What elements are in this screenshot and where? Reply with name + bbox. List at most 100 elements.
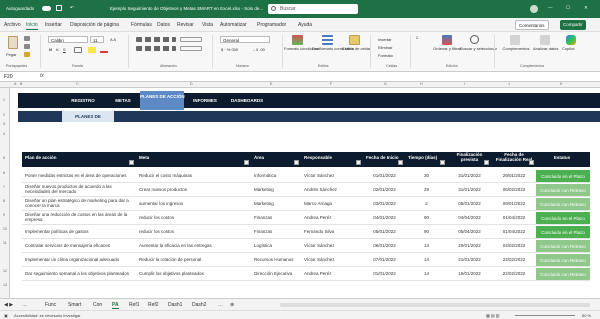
cell-fecha-final-real[interactable]: 05/02/2022	[491, 183, 536, 196]
column-header[interactable]: D	[190, 82, 193, 86]
row-header[interactable]: 5	[3, 156, 5, 160]
tab-vista[interactable]: Vista	[202, 22, 213, 28]
autosave-toggle[interactable]	[42, 6, 51, 11]
cell-area[interactable]: Recursos Humanos	[251, 253, 301, 266]
header-fecha-inicio[interactable]: Fecha de Inicio	[363, 152, 405, 167]
row-header[interactable]: 2	[3, 113, 5, 117]
number-format-select[interactable]: General	[220, 36, 270, 43]
column-header[interactable]: A	[14, 82, 16, 86]
cell-tiempo[interactable]: 90	[405, 211, 447, 224]
cell-fecha-inicio[interactable]: 01/01/2022	[363, 169, 405, 182]
horizontal-scrollbar[interactable]	[280, 303, 590, 307]
currency-icon[interactable]: $ · % 000	[221, 47, 238, 52]
header-responsable[interactable]: Responsable	[301, 152, 363, 167]
underline-icon[interactable]: S	[63, 47, 66, 52]
addins-icon[interactable]	[510, 35, 520, 45]
column-header[interactable]: C	[76, 82, 79, 86]
cell-responsable[interactable]: Andrea Peréz	[301, 211, 363, 224]
cell-finalizacion-prevista[interactable]: 31/01/2022	[447, 183, 491, 196]
filter-dropdown-icon[interactable]	[356, 160, 361, 165]
status-badge[interactable]: Concluido en el Plazo	[536, 212, 590, 224]
fx-icon[interactable]: fx	[40, 73, 44, 79]
merge-center-icon[interactable]	[180, 46, 202, 51]
cell-responsable[interactable]: Marco Arriaga	[301, 197, 363, 210]
cell-plan[interactable]: Implementar políticas de gastos	[22, 225, 136, 238]
cell-area[interactable]: Dirección Ejecutiva	[251, 267, 301, 280]
column-header[interactable]: I	[464, 82, 465, 86]
zoom-slider[interactable]	[515, 315, 575, 316]
header-finalizacion-prevista[interactable]: Finalización prevista	[447, 152, 491, 167]
tab-automatizar[interactable]: Automatizar	[220, 22, 247, 28]
filter-dropdown-icon[interactable]	[484, 160, 489, 165]
cell-fecha-inicio[interactable]: 01/01/2022	[363, 267, 405, 280]
filter-dropdown-icon[interactable]	[244, 160, 249, 165]
cell-responsable[interactable]: Fernando Silva	[301, 225, 363, 238]
cell-meta[interactable]: Reducir el costo máquinas	[136, 169, 251, 182]
sheet-tab[interactable]: Smart	[68, 302, 81, 308]
status-badge[interactable]: Concluido con Retraso	[536, 198, 590, 210]
sheet-prev-icon[interactable]: ◀ ▶	[4, 302, 13, 308]
conditional-format-icon[interactable]	[292, 35, 303, 45]
avatar[interactable]	[530, 5, 538, 13]
filter-dropdown-icon[interactable]	[294, 160, 299, 165]
cell-tiempo[interactable]: 29	[405, 183, 447, 196]
tab-formulas[interactable]: Fórmulas	[131, 22, 152, 28]
font-color-icon[interactable]	[100, 47, 108, 53]
cell-styles-label[interactable]: Estilos de celda	[342, 46, 370, 51]
filter-dropdown-icon[interactable]	[129, 160, 134, 165]
tab-datos[interactable]: Datos	[157, 22, 170, 28]
cell-fecha-inicio[interactable]: 06/01/2022	[363, 239, 405, 252]
cell-responsable[interactable]: Andrés Sánchez	[301, 183, 363, 196]
tab-disposicion[interactable]: Disposición de página	[70, 22, 119, 28]
column-header[interactable]: H	[420, 82, 423, 86]
share-button[interactable]: Compartir	[560, 20, 586, 30]
search-input[interactable]: Buscar	[280, 6, 296, 12]
cell-responsable[interactable]: Víctor Sánchez	[301, 239, 363, 252]
nav-informes[interactable]: INFORMES	[188, 93, 222, 108]
subtab-planes[interactable]: PLANES DE	[62, 111, 114, 122]
cell-plan[interactable]: Contratar servicios de mensajería eficac…	[22, 239, 136, 252]
cell-finalizacion-prevista[interactable]: 15/01/2022	[447, 267, 491, 280]
cell-finalizacion-prevista[interactable]: 05/04/2022	[447, 225, 491, 238]
status-badge[interactable]: Concluido en el Plazo	[536, 226, 590, 238]
cell-finalizacion-prevista[interactable]: 21/01/2022	[447, 253, 491, 266]
cell-area[interactable]: Finanzas	[251, 225, 301, 238]
copilot-label[interactable]: Copilot	[562, 46, 574, 51]
header-meta[interactable]: Meta	[136, 152, 251, 167]
name-box[interactable]: F20	[4, 74, 13, 80]
nav-metas[interactable]: METAS	[108, 93, 138, 108]
sheet-tab[interactable]: Con	[93, 302, 102, 308]
cell-finalizacion-prevista[interactable]: 04/04/2022	[447, 211, 491, 224]
tab-ayuda[interactable]: Ayuda	[298, 22, 312, 28]
tab-inicio[interactable]: Inicio	[26, 22, 38, 30]
tab-revisar[interactable]: Revisar	[177, 22, 194, 28]
find-select-label[interactable]: Buscar y seleccionar	[460, 46, 497, 51]
status-badge[interactable]: Concluido en el Plazo	[536, 170, 590, 182]
row-header[interactable]: 4	[3, 132, 5, 136]
insert-cells-button[interactable]: Insertar	[378, 37, 392, 42]
zoom-level[interactable]: 80 %	[582, 313, 591, 318]
header-plan[interactable]: Plan de acción	[22, 152, 136, 167]
header-area[interactable]: Área	[251, 152, 301, 167]
format-table-label[interactable]: Dar formato como tabla	[312, 46, 354, 51]
row-header[interactable]: 1	[3, 98, 5, 102]
sort-filter-label[interactable]: Ordenar y filtrar	[432, 46, 462, 51]
cell-fecha-inicio[interactable]: 07/01/2022	[363, 253, 405, 266]
cell-tiempo[interactable]: 14	[405, 267, 447, 280]
row-header[interactable]: 3	[3, 122, 5, 126]
format-painter-icon[interactable]	[24, 52, 30, 57]
header-fecha-final-real[interactable]: Fecha de Finalización Real	[491, 152, 536, 167]
cell-meta[interactable]: reducir los costos	[136, 225, 251, 238]
addins-label[interactable]: Complementos	[500, 46, 532, 51]
cell-styles-icon[interactable]	[349, 35, 360, 45]
format-table-icon[interactable]	[322, 35, 333, 45]
cell-responsable[interactable]: Víctor Sánchez	[301, 253, 363, 266]
cell-meta[interactable]: Aumentar la eficacia en las entregas	[136, 239, 251, 252]
nav-dashboards[interactable]: DASHBOARDS	[224, 93, 270, 108]
sheet-tab[interactable]: Func	[45, 302, 56, 308]
autosum-icon[interactable]: Σ	[416, 35, 418, 40]
sort-filter-icon[interactable]	[442, 35, 452, 45]
cell-fecha-final-real[interactable]: 09/01/2022	[491, 197, 536, 210]
minimize-icon[interactable]: —	[548, 5, 553, 10]
tab-archivo[interactable]: Archivo	[4, 22, 21, 28]
